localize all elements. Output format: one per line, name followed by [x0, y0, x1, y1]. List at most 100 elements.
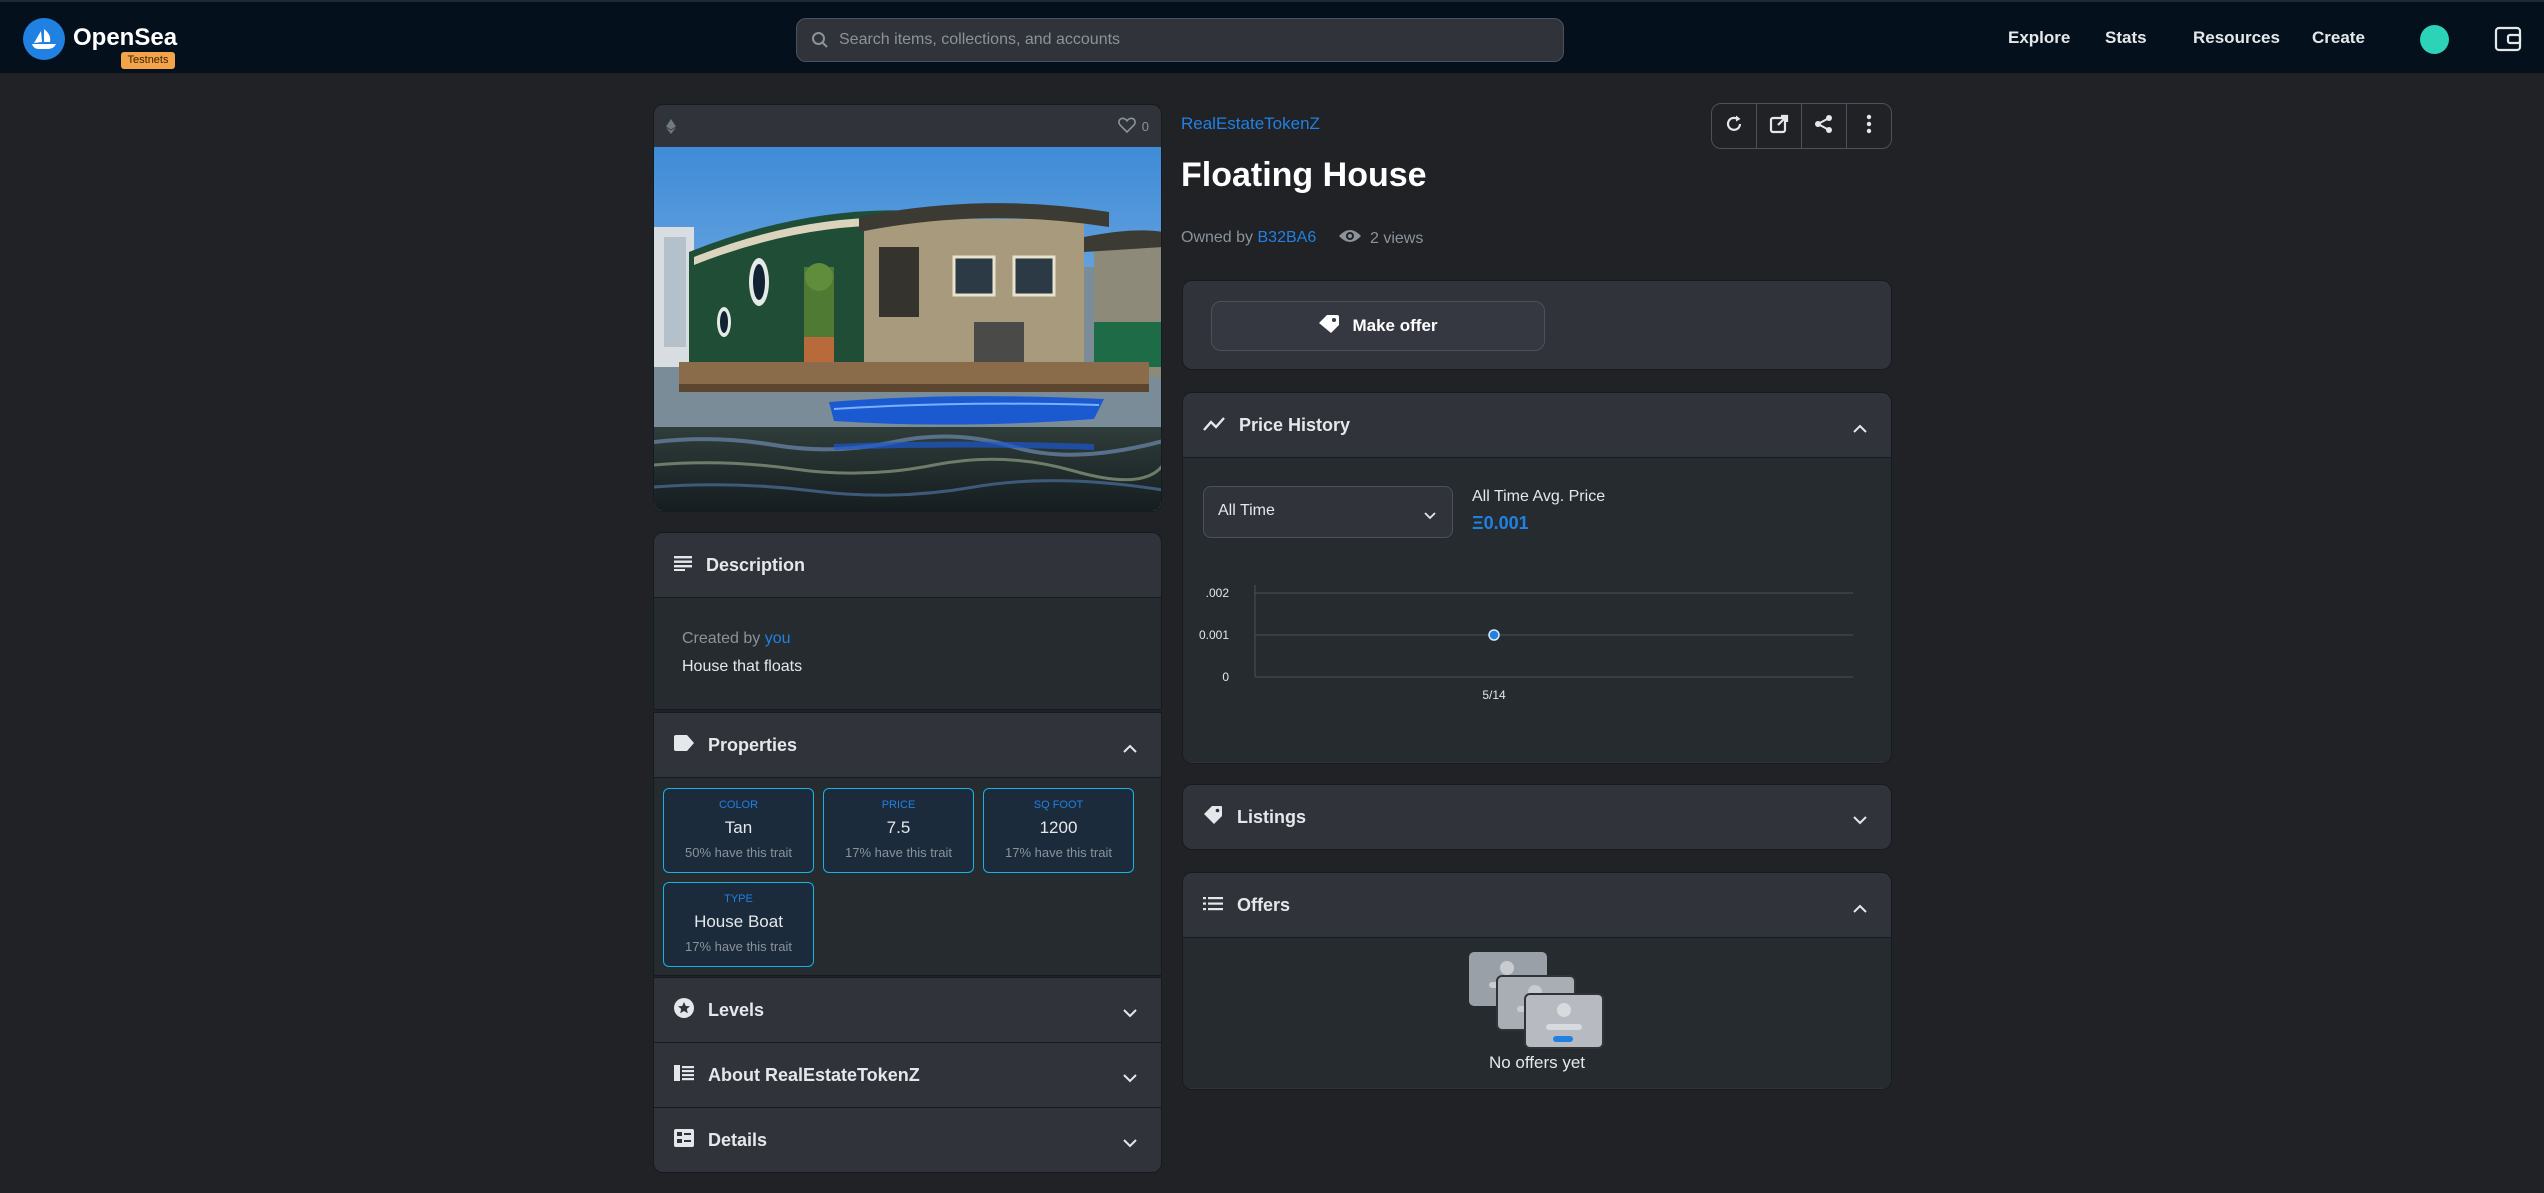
collection-info-icon [674, 1064, 694, 1086]
make-offer-label: Make offer [1352, 316, 1438, 335]
star-circle-icon [674, 997, 694, 1023]
details-section[interactable]: Details [653, 1107, 1162, 1173]
chevron-up-icon[interactable] [1123, 737, 1137, 758]
views-label: 2 views [1370, 229, 1424, 247]
time-range-select[interactable]: All Time [1203, 486, 1453, 538]
listings-header[interactable]: Listings [1183, 785, 1891, 849]
description-body: Created by you House that floats [654, 597, 1161, 709]
chart-x-tick-label: 5/14 [1482, 688, 1506, 702]
chevron-down-icon[interactable] [1853, 809, 1867, 830]
wallet-icon[interactable] [2494, 26, 2522, 57]
about-title: About RealEstateTokenZ [708, 1064, 920, 1085]
about-collection-section[interactable]: About RealEstateTokenZ [653, 1042, 1162, 1108]
property-rarity: 17% have this trait [685, 939, 792, 954]
price-history-section: Price History All Time All Time Avg. Pri… [1182, 392, 1892, 764]
creator-link[interactable]: you [765, 630, 791, 647]
brand-name[interactable]: OpenSea [73, 24, 177, 52]
offers-header[interactable]: Offers [1183, 873, 1891, 937]
price-history-chart: .002 0.001 0 5/14 [1199, 585, 1853, 702]
no-offers-text: No offers yet [1488, 1053, 1586, 1072]
property-card-price[interactable]: PRICE 7.5 17% have this trait [823, 788, 974, 873]
listings-section[interactable]: Listings [1182, 784, 1892, 850]
share-icon [1814, 114, 1834, 139]
property-value: House Boat [694, 912, 783, 931]
avg-price-label: All Time Avg. Price [1472, 488, 1606, 505]
make-offer-button[interactable]: Make offer [1211, 301, 1545, 351]
about-header[interactable]: About RealEstateTokenZ [654, 1043, 1161, 1107]
property-value: 1200 [1039, 818, 1078, 837]
asset-title: Floating House [1181, 156, 1427, 194]
time-range-value: All Time [1218, 502, 1275, 519]
listings-title: Listings [1237, 806, 1307, 827]
trend-line-icon [1203, 415, 1225, 436]
empty-offers-illustration [1469, 952, 1604, 1049]
favorite-count: 0 [1141, 119, 1149, 134]
nav-explore[interactable]: Explore [2008, 28, 2070, 48]
levels-section[interactable]: Levels [653, 977, 1162, 1043]
more-vertical-icon [1866, 114, 1872, 139]
asset-image-card: 0 [653, 104, 1162, 512]
profile-avatar[interactable] [2420, 25, 2449, 54]
favorite-button[interactable]: 0 [1117, 117, 1149, 136]
heart-icon [1117, 117, 1136, 136]
property-key: SQ FOOT [1033, 799, 1084, 811]
more-options-button[interactable] [1847, 104, 1891, 148]
created-by-line: Created by you [682, 630, 1133, 648]
levels-header[interactable]: Levels [654, 978, 1161, 1042]
nav-stats[interactable]: Stats [2105, 28, 2147, 48]
testnets-badge: Testnets [121, 52, 175, 69]
search-icon [811, 31, 829, 54]
collection-link[interactable]: RealEstateTokenZ [1181, 114, 1320, 134]
ethereum-icon [666, 119, 676, 139]
nav-resources[interactable]: Resources [2193, 28, 2280, 48]
description-section: Description Created by you House that fl… [653, 532, 1162, 710]
offers-body: No offers yet [1183, 937, 1891, 1088]
tag-icon [1203, 805, 1223, 830]
tag-icon [1318, 314, 1340, 339]
owned-by-label: Owned by [1181, 229, 1254, 246]
description-icon [674, 555, 692, 576]
property-card-type[interactable]: TYPE House Boat 17% have this trait [663, 882, 814, 967]
offers-title: Offers [1237, 894, 1291, 915]
chevron-up-icon[interactable] [1853, 897, 1867, 918]
share-button[interactable] [1802, 104, 1847, 148]
description-header: Description [654, 533, 1161, 597]
properties-header[interactable]: Properties [654, 713, 1161, 777]
chevron-down-icon[interactable] [1123, 1067, 1137, 1088]
list-icon [1203, 895, 1223, 916]
search-bar[interactable] [796, 18, 1564, 62]
property-key: TYPE [724, 893, 753, 905]
chevron-down-icon[interactable] [1123, 1132, 1137, 1153]
price-history-body: All Time All Time Avg. Price Ξ0.001 .002… [1183, 457, 1891, 762]
chart-y-tick-label: .002 [1206, 586, 1230, 600]
property-key: COLOR [718, 799, 759, 811]
property-rarity: 17% have this trait [1005, 845, 1112, 860]
chevron-down-icon[interactable] [1123, 1002, 1137, 1023]
open-external-button[interactable] [1757, 104, 1802, 148]
property-value: Tan [724, 818, 753, 837]
owner-link[interactable]: B32BA6 [1258, 229, 1317, 246]
search-input[interactable] [839, 19, 1539, 61]
description-text: House that floats [682, 658, 803, 675]
eye-icon [1338, 228, 1362, 249]
owned-by: Owned by B32BA6 [1181, 229, 1316, 247]
nav-create[interactable]: Create [2312, 28, 2365, 48]
offer-panel: Make offer [1182, 280, 1892, 370]
opensea-logo-icon[interactable] [23, 18, 65, 60]
property-card-color[interactable]: COLOR Tan 50% have this trait [663, 788, 814, 873]
chevron-down-icon [1424, 507, 1436, 525]
chevron-up-icon[interactable] [1853, 417, 1867, 438]
description-title: Description [706, 554, 806, 575]
price-history-header[interactable]: Price History [1183, 393, 1891, 457]
refresh-button[interactable] [1712, 104, 1757, 148]
details-header[interactable]: Details [654, 1108, 1161, 1172]
property-value: 7.5 [886, 818, 911, 837]
chart-y-tick-label: 0 [1222, 670, 1229, 684]
details-title: Details [708, 1129, 768, 1150]
avg-price-value: Ξ0.001 [1472, 513, 1529, 533]
property-card-sq-foot[interactable]: SQ FOOT 1200 17% have this trait [983, 788, 1134, 873]
external-link-icon [1769, 114, 1789, 139]
asset-photo[interactable] [654, 147, 1162, 512]
properties-title: Properties [708, 734, 798, 755]
chart-y-tick-label: 0.001 [1199, 628, 1229, 642]
